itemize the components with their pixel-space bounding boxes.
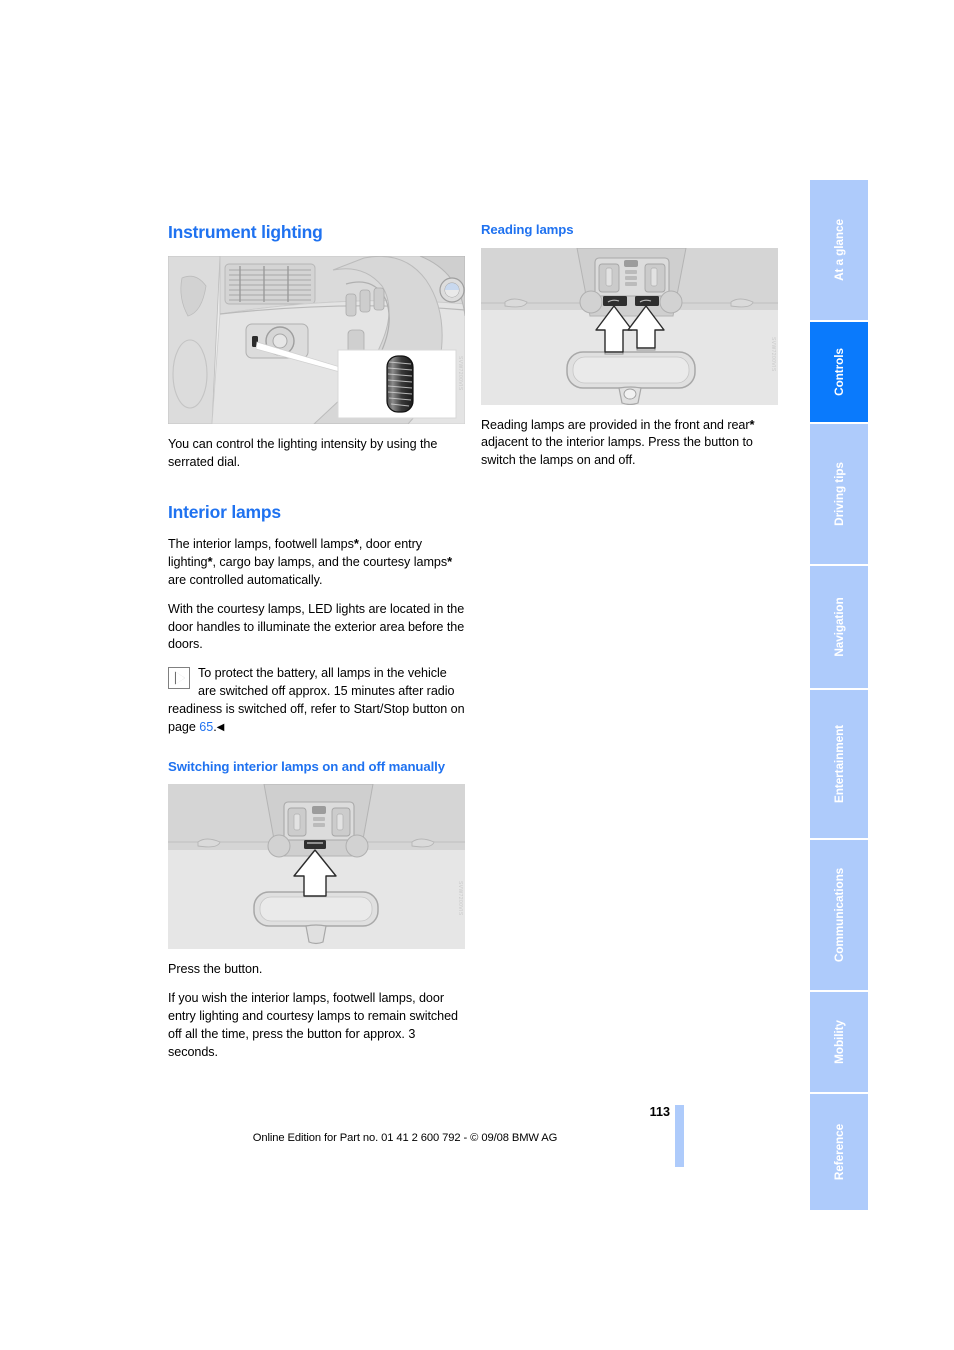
interior-lamps-p1-d: are controlled automatically. <box>168 572 323 587</box>
page-title-instrument-lighting: Instrument lighting <box>168 222 323 242</box>
sidebar-tab-controls[interactable]: Controls <box>810 322 868 422</box>
interior-lamps-p1-a: The interior lamps, footwell lamps <box>168 537 354 551</box>
sidebar-tab-label: Controls <box>832 348 846 396</box>
overhead-console-reading-illustration <box>481 247 778 405</box>
footnote-star-3: * <box>447 553 453 569</box>
subtitle-reading-lamps: Reading lamps <box>481 222 574 237</box>
switch-off-permanently-paragraph: If you wish the interior lamps, footwell… <box>168 991 458 1059</box>
sidebar-tab-communications[interactable]: Communications <box>810 840 868 990</box>
sidebar-tab-at-a-glance[interactable]: At a glance <box>810 180 868 320</box>
sidebar-tab-label: At a glance <box>832 219 846 281</box>
reading-lamps-paragraph: Reading lamps are provided in the front … <box>481 417 778 471</box>
left-column: Instrument lighting SVW7200VIS You can c… <box>168 222 465 1062</box>
sidebar-tab-label: Driving tips <box>832 462 846 526</box>
sidebar-tab-reference[interactable]: Reference <box>810 1094 868 1210</box>
note-triangle-icon <box>168 667 190 690</box>
sidebar-tab-label: Navigation <box>832 597 846 657</box>
chapter-tab-rail: At a glance Controls Driving tips Naviga… <box>810 0 868 1350</box>
page-title-interior-lamps: Interior lamps <box>168 501 281 522</box>
sidebar-tab-driving-tips[interactable]: Driving tips <box>810 424 868 564</box>
edition-notice: Online Edition for Part no. 01 41 2 600 … <box>252 1132 558 1144</box>
sidebar-tab-label: Communications <box>832 867 846 963</box>
right-column: Reading lamps SVW7200VIS Reading lamps a… <box>481 222 778 470</box>
reading-lamps-p-b: adjacent to the interior lamps. Press th… <box>481 435 753 468</box>
footnote-star-rear: * <box>749 416 755 432</box>
sidebar-tab-mobility[interactable]: Mobility <box>810 992 868 1092</box>
subtitle-switching-interior-lamps: Switching interior lamps on and off manu… <box>168 758 445 774</box>
dashboard-light-dial-figure: SVW7200VIS <box>168 256 465 425</box>
interior-lamps-paragraph-1: The interior lamps, footwell lamps*, doo… <box>168 536 465 590</box>
back-arrow-icon: ◀ <box>216 721 225 733</box>
page-number: 113 <box>649 1105 670 1119</box>
page-reference-link[interactable]: 65 <box>199 720 213 734</box>
overhead-console-single-illustration <box>168 784 465 950</box>
interior-lamps-p1-c: , cargo bay lamps, and the courtesy lamp… <box>212 554 448 569</box>
dashboard-illustration <box>168 256 465 425</box>
figure-watermark: SVW7200VIS <box>457 356 463 391</box>
sidebar-tab-label: Mobility <box>832 1020 846 1064</box>
interior-lamps-paragraph-2: With the courtesy lamps, LED lights are … <box>168 601 465 652</box>
footer-accent-bar <box>675 1105 684 1167</box>
instrument-lighting-paragraph: You can control the lighting intensity b… <box>168 437 438 469</box>
reading-lamps-figure: SVW7200VIS <box>481 247 778 405</box>
figure-watermark: SVW7200VIS <box>770 336 776 372</box>
reading-lamps-p-a: Reading lamps are provided in the front … <box>481 417 750 432</box>
figure-watermark: SVW7200VIS <box>457 881 463 916</box>
press-button-paragraph: Press the button. <box>168 962 263 977</box>
sidebar-tab-entertainment[interactable]: Entertainment <box>810 690 868 838</box>
sidebar-tab-label: Entertainment <box>832 724 846 804</box>
sidebar-tab-navigation[interactable]: Navigation <box>810 566 868 688</box>
manual-page: Instrument lighting SVW7200VIS You can c… <box>0 0 954 1350</box>
interior-lamp-button-figure: SVW7200VIS <box>168 784 465 950</box>
sidebar-tab-label: Reference <box>832 1123 846 1181</box>
battery-protection-note: To protect the battery, all lamps in the… <box>168 665 465 737</box>
